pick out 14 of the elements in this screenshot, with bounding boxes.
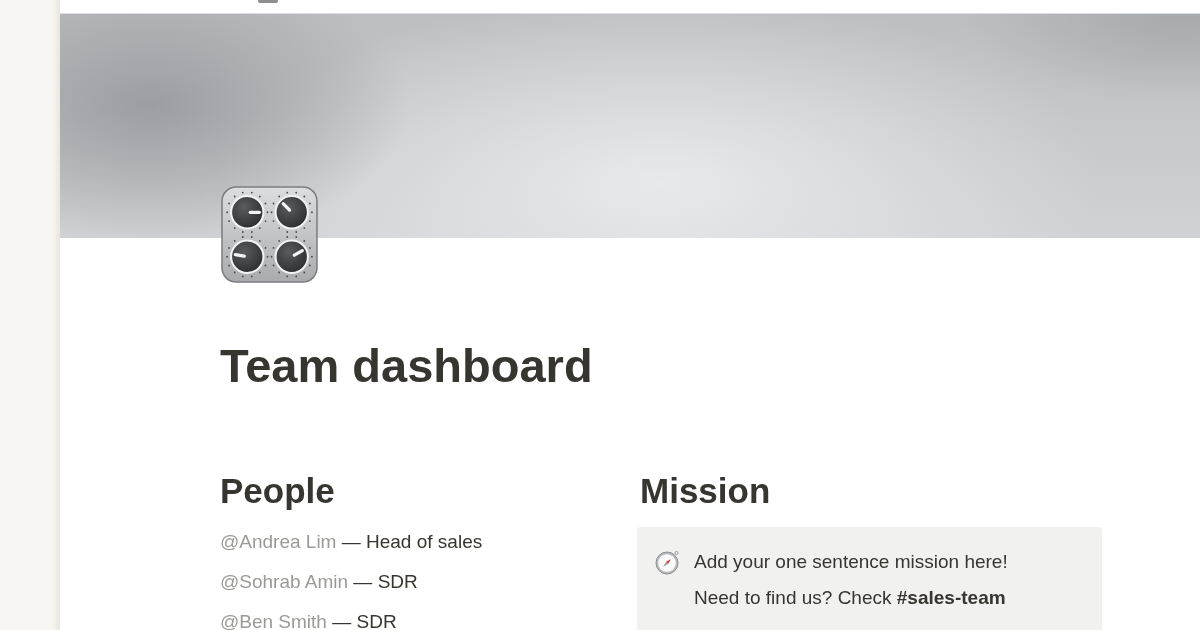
user-mention[interactable]: @Ben Smith — [220, 611, 327, 630]
user-mention[interactable]: @Sohrab Amin — [220, 571, 349, 592]
person-role: — SDR — [353, 571, 418, 592]
partial-icon — [258, 0, 278, 3]
section-heading: Mission — [639, 470, 772, 512]
callout-text: Need to find us? Check #sales-team — [694, 586, 1007, 610]
section-heading: People — [220, 470, 336, 512]
knobs-icon — [221, 186, 318, 283]
user-mention[interactable]: @Andrea Lim — [220, 531, 337, 552]
compass-icon — [655, 550, 680, 575]
page-title: Team dashboard — [220, 338, 594, 394]
callout-text: Add your one sentence mission here! — [694, 550, 1008, 574]
person-role: — Head of sales — [341, 531, 483, 552]
person-role: — SDR — [332, 611, 397, 630]
